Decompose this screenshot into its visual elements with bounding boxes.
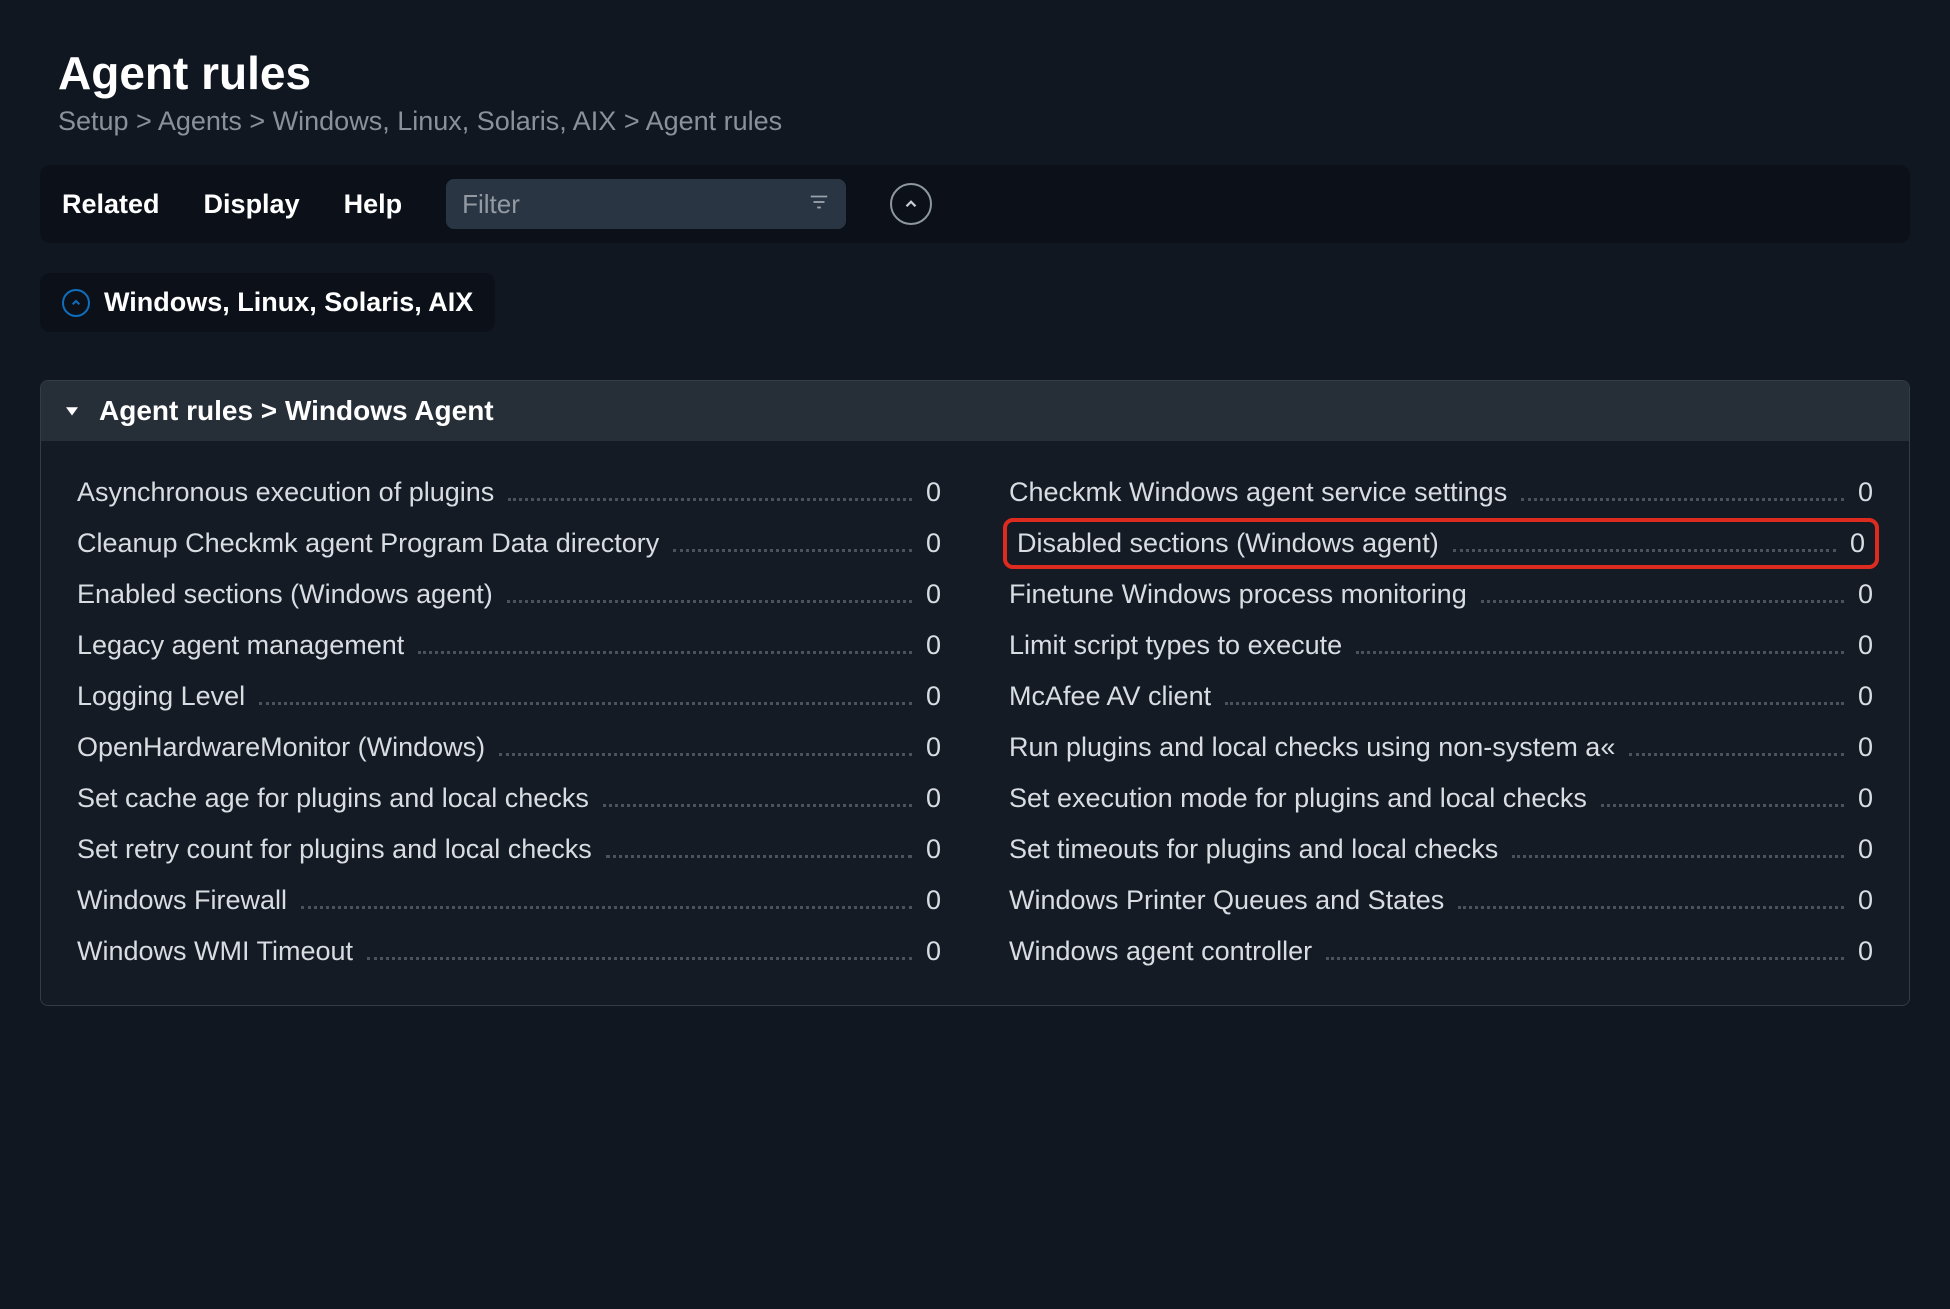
leader-dots xyxy=(1225,689,1844,705)
rule-item[interactable]: Set cache age for plugins and local chec… xyxy=(71,773,947,824)
rule-count: 0 xyxy=(926,834,941,865)
filter-input[interactable] xyxy=(462,189,808,220)
leader-dots xyxy=(1521,485,1844,501)
arrow-up-circle-icon xyxy=(62,289,90,317)
rule-label: Set cache age for plugins and local chec… xyxy=(77,783,589,814)
rule-count: 0 xyxy=(926,630,941,661)
rule-count: 0 xyxy=(926,732,941,763)
rule-label: OpenHardwareMonitor (Windows) xyxy=(77,732,485,763)
rule-item[interactable]: Legacy agent management 0 xyxy=(71,620,947,671)
section-header[interactable]: Agent rules > Windows Agent xyxy=(41,381,1909,441)
rule-label: Cleanup Checkmk agent Program Data direc… xyxy=(77,528,659,559)
rule-label: McAfee AV client xyxy=(1009,681,1211,712)
rule-count: 0 xyxy=(1858,783,1873,814)
rule-count: 0 xyxy=(926,783,941,814)
leader-dots xyxy=(1629,740,1844,756)
collapse-button[interactable] xyxy=(890,183,932,225)
display-menu[interactable]: Display xyxy=(204,189,300,220)
rule-count: 0 xyxy=(1858,885,1873,916)
leader-dots xyxy=(1458,893,1844,909)
rule-label: Set retry count for plugins and local ch… xyxy=(77,834,592,865)
rule-count: 0 xyxy=(1858,936,1873,967)
rule-label: Checkmk Windows agent service settings xyxy=(1009,477,1507,508)
rule-item[interactable]: Asynchronous execution of plugins 0 xyxy=(71,467,947,518)
rule-label: Logging Level xyxy=(77,681,245,712)
leader-dots xyxy=(1326,944,1844,960)
rule-label: Limit script types to execute xyxy=(1009,630,1342,661)
leader-dots xyxy=(259,689,912,705)
leader-dots xyxy=(1601,791,1844,807)
rule-item[interactable]: Enabled sections (Windows agent) 0 xyxy=(71,569,947,620)
rule-item[interactable]: McAfee AV client 0 xyxy=(1003,671,1879,722)
help-menu[interactable]: Help xyxy=(344,189,403,220)
leader-dots xyxy=(603,791,912,807)
rule-item[interactable]: Set execution mode for plugins and local… xyxy=(1003,773,1879,824)
triangle-down-icon xyxy=(63,395,81,427)
rule-label: Windows Printer Queues and States xyxy=(1009,885,1444,916)
rule-count: 0 xyxy=(926,681,941,712)
rule-item[interactable]: Disabled sections (Windows agent) 0 xyxy=(1003,518,1879,569)
leader-dots xyxy=(1356,638,1844,654)
leader-dots xyxy=(606,842,912,858)
related-menu[interactable]: Related xyxy=(62,189,160,220)
rule-item[interactable]: Set retry count for plugins and local ch… xyxy=(71,824,947,875)
filter-box[interactable] xyxy=(446,179,846,229)
rule-count: 0 xyxy=(926,936,941,967)
parent-link-label: Windows, Linux, Solaris, AIX xyxy=(104,287,473,318)
breadcrumb[interactable]: Setup > Agents > Windows, Linux, Solaris… xyxy=(58,106,1910,137)
rule-count: 0 xyxy=(1858,834,1873,865)
leader-dots xyxy=(301,893,912,909)
rule-item[interactable]: Windows agent controller 0 xyxy=(1003,926,1879,977)
rule-count: 0 xyxy=(1850,528,1865,559)
rule-count: 0 xyxy=(1858,681,1873,712)
rule-label: Enabled sections (Windows agent) xyxy=(77,579,493,610)
rule-item[interactable]: Run plugins and local checks using non-s… xyxy=(1003,722,1879,773)
filter-icon xyxy=(808,191,830,218)
rule-count: 0 xyxy=(1858,732,1873,763)
rule-label: Windows Firewall xyxy=(77,885,287,916)
rule-label: Asynchronous execution of plugins xyxy=(77,477,494,508)
rule-item[interactable]: Checkmk Windows agent service settings 0 xyxy=(1003,467,1879,518)
rule-label: Legacy agent management xyxy=(77,630,404,661)
parent-link-chip[interactable]: Windows, Linux, Solaris, AIX xyxy=(40,273,495,332)
rule-count: 0 xyxy=(1858,630,1873,661)
rule-count: 0 xyxy=(1858,477,1873,508)
rule-label: Windows WMI Timeout xyxy=(77,936,353,967)
rule-count: 0 xyxy=(926,477,941,508)
rule-item[interactable]: Cleanup Checkmk agent Program Data direc… xyxy=(71,518,947,569)
rule-item[interactable]: Logging Level 0 xyxy=(71,671,947,722)
leader-dots xyxy=(1481,587,1844,603)
leader-dots xyxy=(1453,536,1836,552)
rule-label: Run plugins and local checks using non-s… xyxy=(1009,732,1615,763)
leader-dots xyxy=(367,944,912,960)
page-title: Agent rules xyxy=(58,46,1910,100)
rule-count: 0 xyxy=(926,579,941,610)
rule-item[interactable]: Finetune Windows process monitoring 0 xyxy=(1003,569,1879,620)
leader-dots xyxy=(507,587,912,603)
rule-count: 0 xyxy=(926,885,941,916)
rule-item[interactable]: Limit script types to execute 0 xyxy=(1003,620,1879,671)
rule-count: 0 xyxy=(1858,579,1873,610)
rule-item[interactable]: Windows WMI Timeout 0 xyxy=(71,926,947,977)
leader-dots xyxy=(499,740,912,756)
rule-item[interactable]: Windows Printer Queues and States 0 xyxy=(1003,875,1879,926)
rule-item[interactable]: Set timeouts for plugins and local check… xyxy=(1003,824,1879,875)
leader-dots xyxy=(673,536,912,552)
section-windows-agent: Agent rules > Windows Agent Asynchronous… xyxy=(40,380,1910,1006)
rule-item[interactable]: OpenHardwareMonitor (Windows) 0 xyxy=(71,722,947,773)
rule-count: 0 xyxy=(926,528,941,559)
rule-label: Finetune Windows process monitoring xyxy=(1009,579,1467,610)
rule-label: Set timeouts for plugins and local check… xyxy=(1009,834,1498,865)
rule-item[interactable]: Windows Firewall 0 xyxy=(71,875,947,926)
leader-dots xyxy=(418,638,912,654)
leader-dots xyxy=(1512,842,1844,858)
rule-label: Disabled sections (Windows agent) xyxy=(1017,528,1439,559)
rule-label: Set execution mode for plugins and local… xyxy=(1009,783,1587,814)
rule-label: Windows agent controller xyxy=(1009,936,1312,967)
leader-dots xyxy=(508,485,912,501)
toolbar: Related Display Help xyxy=(40,165,1910,243)
section-title: Agent rules > Windows Agent xyxy=(99,395,494,427)
